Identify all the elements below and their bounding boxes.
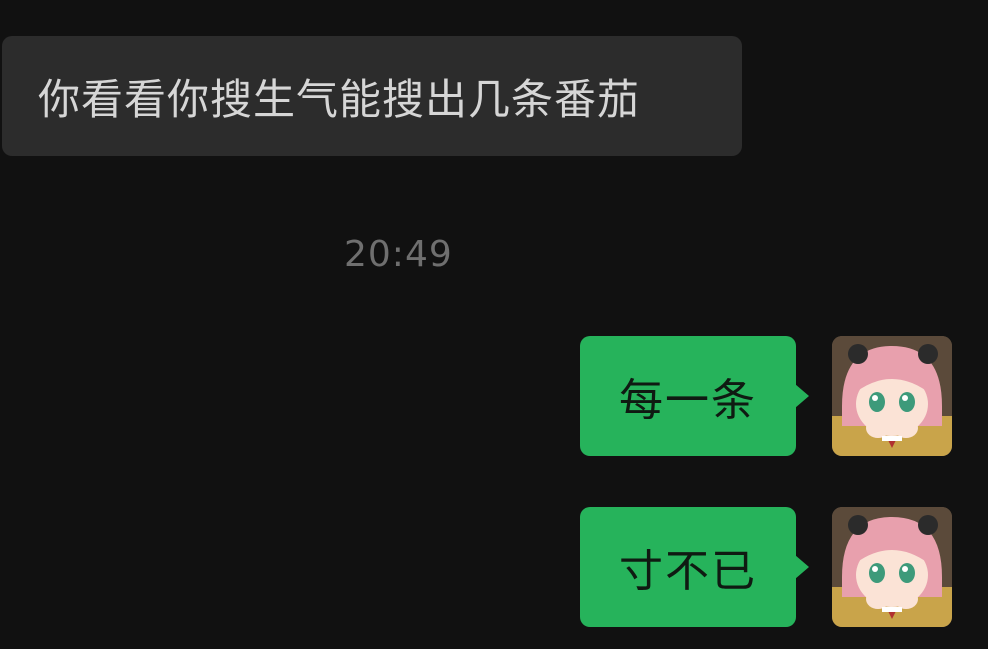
message-timestamp: 20:49 xyxy=(344,234,453,275)
anime-girl-avatar-icon[interactable] xyxy=(832,507,952,627)
incoming-message-text: 你看看你搜生气能搜出几条番茄 xyxy=(38,74,641,124)
outgoing-message-bubble[interactable]: 每一条 xyxy=(580,336,809,456)
outgoing-message-text: 每一条 xyxy=(619,375,757,426)
outgoing-message-bubble[interactable]: 寸不已 xyxy=(580,507,809,627)
avatar-illustration xyxy=(832,336,952,456)
chat-view: 你看看你搜生气能搜出几条番茄 20:49 每一条 寸不已 xyxy=(0,0,988,649)
avatar-illustration xyxy=(832,507,952,627)
outgoing-message-text: 寸不已 xyxy=(619,546,757,597)
anime-girl-avatar-icon[interactable] xyxy=(832,336,952,456)
incoming-message-bubble[interactable]: 你看看你搜生气能搜出几条番茄 xyxy=(2,36,742,156)
